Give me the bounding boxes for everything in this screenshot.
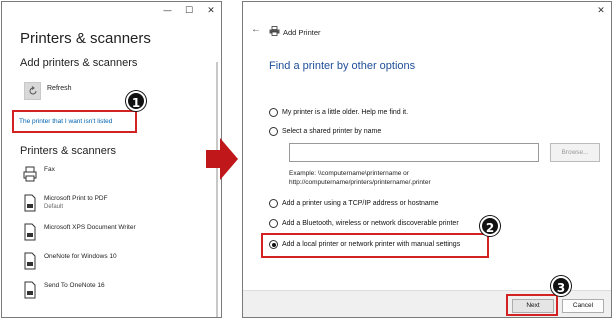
- example-text: Example: \\computername\printername or h…: [289, 169, 431, 187]
- example-line-2: http://computername/printers/printername…: [289, 179, 431, 186]
- radio-button[interactable]: [269, 127, 278, 136]
- highlight-box-link: The printer that I want isn't listed: [12, 110, 137, 133]
- device-name: OneNote for Windows 10: [44, 253, 117, 260]
- printer-icon: [269, 26, 280, 36]
- close-icon[interactable]: ✕: [597, 6, 605, 16]
- device-name: Microsoft Print to PDF: [44, 195, 108, 202]
- window-controls: ✕: [597, 6, 605, 16]
- shared-printer-name-input[interactable]: [289, 143, 539, 162]
- refresh-icon: [29, 86, 36, 95]
- printers-settings-window: — ☐ ✕ Printers & scanners Add printers &…: [1, 1, 222, 318]
- page-title: Find a printer by other options: [269, 60, 416, 72]
- close-icon[interactable]: ✕: [207, 6, 215, 16]
- scrollbar[interactable]: [216, 62, 218, 317]
- printer-not-listed-link[interactable]: The printer that I want isn't listed: [19, 118, 112, 125]
- page-title: Printers & scanners: [20, 30, 151, 47]
- step-badge-3: 3: [551, 276, 571, 296]
- device-item-xps-writer[interactable]: Microsoft XPS Document Writer: [22, 223, 136, 241]
- step-badge-2: 2: [480, 216, 500, 236]
- device-item-print-to-pdf[interactable]: Microsoft Print to PDF Default: [22, 194, 108, 212]
- window-controls: — ☐ ✕: [163, 6, 215, 16]
- add-printers-heading: Add printers & scanners: [20, 57, 138, 69]
- printer-doc-icon: [24, 281, 36, 299]
- device-status: Default: [44, 204, 64, 210]
- highlight-box-next: [506, 294, 558, 316]
- maximize-icon[interactable]: ☐: [185, 6, 193, 16]
- cancel-button[interactable]: Cancel: [562, 299, 604, 313]
- printer-doc-icon: [24, 194, 36, 212]
- option-bluetooth-wireless[interactable]: Add a Bluetooth, wireless or network dis…: [269, 219, 459, 228]
- option-label: Add a printer using a TCP/IP address or …: [282, 200, 439, 207]
- printers-list-heading: Printers & scanners: [20, 145, 116, 157]
- right-arrow-icon: [206, 138, 238, 180]
- radio-button-selected[interactable]: [269, 240, 278, 249]
- printer-doc-icon: [24, 223, 36, 241]
- option-shared-printer[interactable]: Select a shared printer by name: [269, 127, 381, 136]
- back-arrow-icon[interactable]: ←: [251, 24, 261, 35]
- radio-button[interactable]: [269, 219, 278, 228]
- radio-button[interactable]: [269, 108, 278, 117]
- minimize-icon[interactable]: —: [163, 6, 172, 16]
- example-line-1: Example: \\computername\printername or: [289, 170, 409, 177]
- option-label: Select a shared printer by name: [282, 128, 382, 135]
- printer-doc-icon: [24, 252, 36, 270]
- option-older-printer[interactable]: My printer is a little older. Help me fi…: [269, 108, 408, 117]
- device-name: Microsoft XPS Document Writer: [44, 224, 136, 231]
- device-item-onenote-win10[interactable]: OneNote for Windows 10: [22, 252, 117, 270]
- radio-button[interactable]: [269, 199, 278, 208]
- refresh-label: Refresh: [47, 85, 72, 92]
- device-item-send-to-onenote[interactable]: Send To OneNote 16: [22, 281, 105, 299]
- option-label: My printer is a little older. Help me fi…: [282, 109, 409, 116]
- refresh-button[interactable]: [24, 82, 41, 100]
- fax-icon: [23, 166, 37, 182]
- device-name: Send To OneNote 16: [44, 282, 105, 289]
- device-name: Fax: [44, 166, 55, 173]
- option-label: Add a Bluetooth, wireless or network dis…: [282, 220, 459, 227]
- add-printer-window: ✕ ← Add Printer Find a printer by other …: [242, 1, 612, 318]
- option-tcpip[interactable]: Add a printer using a TCP/IP address or …: [269, 199, 439, 208]
- browse-button[interactable]: Browse...: [550, 143, 600, 162]
- option-local-printer[interactable]: Add a local printer or network printer w…: [269, 240, 460, 249]
- option-label: Add a local printer or network printer w…: [282, 241, 461, 248]
- step-badge-1: 1: [126, 91, 146, 111]
- device-item-fax[interactable]: Fax: [22, 165, 55, 183]
- wizard-title: Add Printer: [283, 28, 321, 37]
